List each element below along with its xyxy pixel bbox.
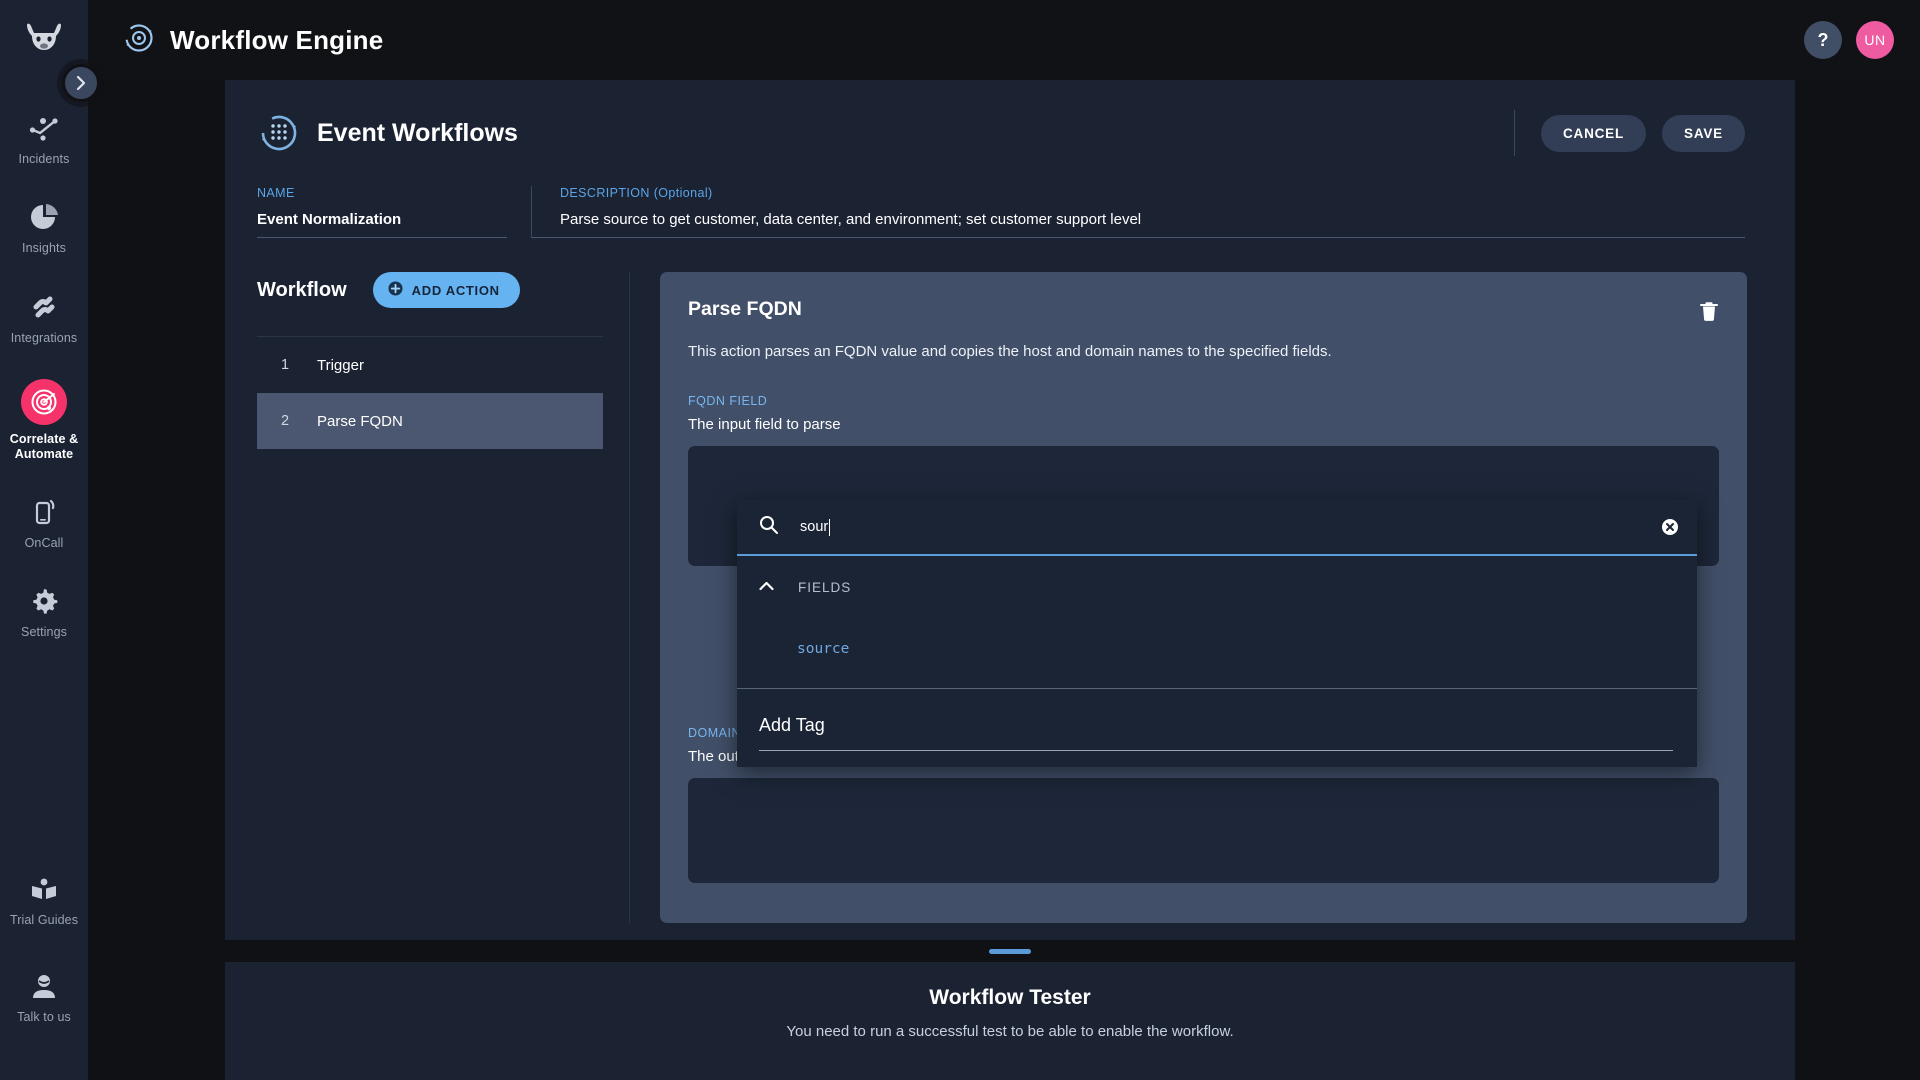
workflow-step-parse-fqdn[interactable]: 2 Parse FQDN <box>257 393 603 449</box>
workflow-name-label: NAME <box>257 186 295 200</box>
step-number: 1 <box>281 357 290 373</box>
plus-circle-icon <box>388 281 403 299</box>
app-title-block: Workflow Engine <box>122 21 383 60</box>
workflow-description-field[interactable]: DESCRIPTION (Optional) Parse source to g… <box>531 186 1745 238</box>
field-group-label: FIELDS <box>798 579 852 595</box>
sidebar-item-integrations[interactable]: Integrations <box>0 279 88 355</box>
sidebar-bottom-items: Trial Guides Talk to us <box>0 861 88 1080</box>
field-option-label: source <box>797 641 850 657</box>
workflow-tester-panel: Workflow Tester You need to run a succes… <box>225 962 1795 1080</box>
trash-icon <box>1700 302 1718 321</box>
workflow-tester-title: Workflow Tester <box>929 986 1091 1009</box>
page-title: Workflow Engine <box>170 24 384 55</box>
sidebar-item-talk-to-us[interactable]: Talk to us <box>0 958 88 1034</box>
panel-resize-handle[interactable] <box>225 940 1795 962</box>
add-action-button[interactable]: ADD ACTION <box>372 272 520 308</box>
top-bar-actions: ? UN <box>1804 21 1894 59</box>
workflow-description-value: Parse source to get customer, data cente… <box>560 211 1142 228</box>
step-label: Parse FQDN <box>317 412 403 430</box>
resize-grip-bar <box>989 948 1031 954</box>
fqdn-field-hint: The input field to parse <box>688 416 841 433</box>
action-description: This action parses an FQDN value and cop… <box>688 343 1332 360</box>
field-option-source[interactable]: source <box>737 618 1697 688</box>
chevron-up-icon[interactable] <box>759 578 774 596</box>
sidebar-item-label: Trial Guides <box>9 913 79 928</box>
sidebar-item-label: Insights <box>22 241 66 256</box>
help-question-icon: ? <box>1817 29 1829 50</box>
avatar-initials: UN <box>1864 32 1886 48</box>
delete-action-button[interactable] <box>1699 300 1719 327</box>
step-label: Trigger <box>317 356 364 374</box>
help-button[interactable]: ? <box>1804 21 1842 59</box>
event-workflows-icon <box>257 111 301 155</box>
clear-search-button[interactable] <box>1661 518 1679 536</box>
workflow-tester-content: Workflow Tester You need to run a succes… <box>225 962 1795 1040</box>
fqdn-field-label: FQDN FIELD <box>688 394 768 408</box>
field-picker-dropdown: sour FIELDS source Add Tag <box>737 500 1697 767</box>
text-cursor <box>829 518 831 536</box>
field-search-value: sour <box>800 519 829 535</box>
sidebar-item-label: Incidents <box>18 152 70 166</box>
search-icon <box>759 515 778 539</box>
step-number: 2 <box>281 413 290 429</box>
sidebar-item-label: OnCall <box>24 535 64 550</box>
editor-action-buttons: CANCEL SAVE <box>1513 110 1745 156</box>
workflow-description-label: DESCRIPTION (Optional) <box>560 186 713 200</box>
brand-logo-icon[interactable] <box>20 16 68 58</box>
workflow-cycle-icon <box>122 21 156 60</box>
add-tag-label: Add Tag <box>759 715 1673 751</box>
sidebar-item-label: Settings <box>21 625 67 640</box>
workflow-step-list: 1 Trigger 2 Parse FQDN <box>257 336 603 449</box>
workflow-steps-header: Workflow ADD ACTION <box>257 272 603 308</box>
pie-chart-icon <box>27 200 61 234</box>
sidebar-expand-button[interactable] <box>62 64 100 102</box>
sidebar-item-incidents[interactable]: Incidents <box>0 100 88 176</box>
clear-circle-icon <box>1662 519 1678 535</box>
sidebar-item-label: Correlate & Automate <box>9 432 79 461</box>
workflow-heading: Workflow <box>257 278 347 301</box>
radar-target-icon <box>21 379 67 426</box>
add-tag-section[interactable]: Add Tag <box>737 688 1697 767</box>
action-title: Parse FQDN <box>688 298 802 320</box>
sidebar-item-insights[interactable]: Insights <box>0 189 88 265</box>
mobile-phone-icon <box>27 495 61 529</box>
divider <box>1513 110 1515 156</box>
sidebar-item-trial-guides[interactable]: Trial Guides <box>0 861 88 937</box>
workflow-tester-message: You need to run a successful test to be … <box>786 1023 1234 1040</box>
sidebar-item-label: Integrations <box>10 330 78 345</box>
sidebar-item-settings[interactable]: Settings <box>0 573 88 649</box>
save-button[interactable]: SAVE <box>1662 114 1745 152</box>
field-search-row[interactable]: sour <box>737 500 1697 556</box>
field-group-header[interactable]: FIELDS <box>737 556 1697 618</box>
sidebar-item-correlate-automate[interactable]: Correlate & Automate <box>0 368 88 471</box>
top-bar: Workflow Engine ? UN <box>88 0 1920 80</box>
incidents-nodes-icon <box>27 111 61 145</box>
user-avatar[interactable]: UN <box>1856 21 1894 59</box>
chevron-right-icon <box>76 75 85 91</box>
workflow-steps-column: Workflow ADD ACTION 1 Trigger 2 Parse FQ… <box>225 272 630 923</box>
support-agent-icon <box>27 969 61 1003</box>
sidebar-item-label: Talk to us <box>17 1009 71 1024</box>
sidebar-primary-items: Incidents Insights Integrations Correlat… <box>0 100 88 663</box>
workflow-name-field[interactable]: NAME Event Normalization <box>257 186 507 238</box>
workflow-step-trigger[interactable]: 1 Trigger <box>257 337 603 393</box>
left-navigation-rail: Incidents Insights Integrations Correlat… <box>0 0 88 1080</box>
open-book-icon <box>27 872 61 906</box>
gear-icon <box>27 584 61 618</box>
editor-title: Event Workflows <box>317 118 518 147</box>
cancel-button[interactable]: CANCEL <box>1540 114 1647 152</box>
field-search-input[interactable]: sour <box>800 518 1661 536</box>
add-action-label: ADD ACTION <box>411 282 500 298</box>
editor-header: Event Workflows CANCEL SAVE <box>225 80 1777 156</box>
sidebar-item-oncall[interactable]: OnCall <box>0 484 88 560</box>
workflow-name-value: Event Normalization <box>257 211 402 228</box>
workflow-metadata-row: NAME Event Normalization DESCRIPTION (Op… <box>225 156 1777 238</box>
app-root: Incidents Insights Integrations Correlat… <box>0 0 1920 1080</box>
domain-output-field-input-box[interactable] <box>688 778 1719 883</box>
integrations-link-icon <box>27 290 61 324</box>
